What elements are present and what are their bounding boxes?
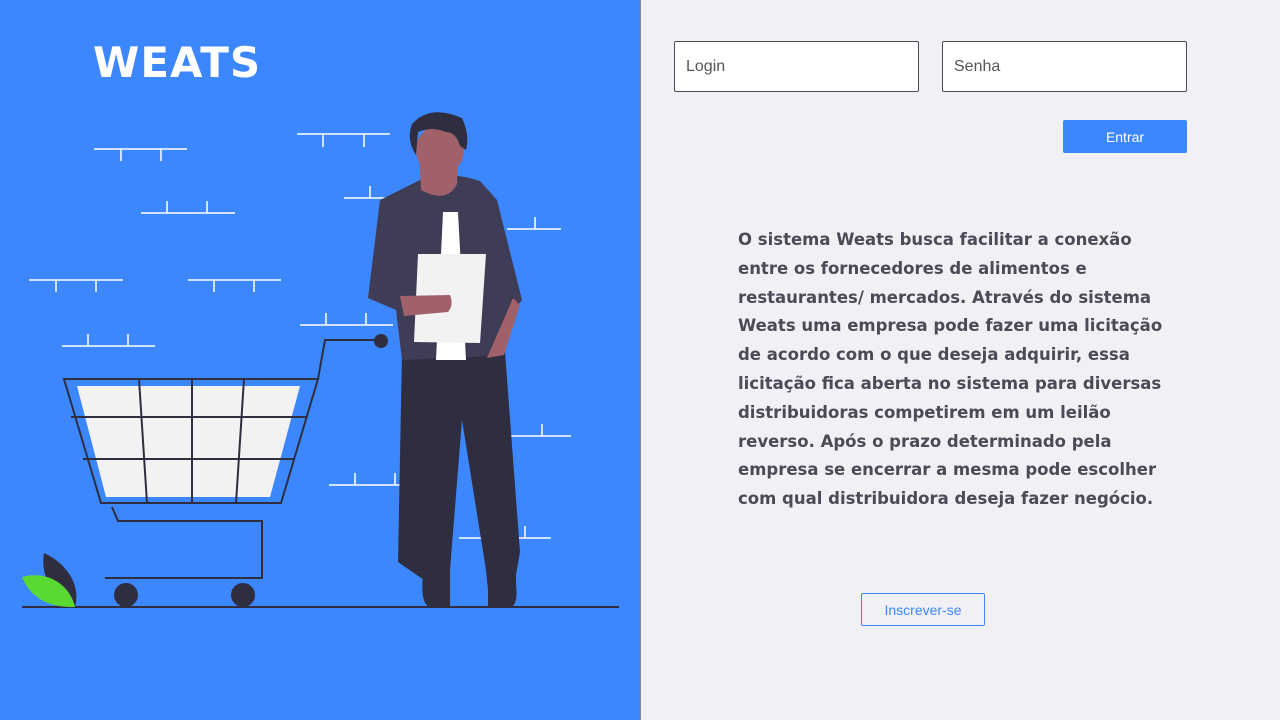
person-with-shopping-cart-illustration <box>22 112 619 608</box>
person-figure <box>368 112 522 607</box>
login-input[interactable] <box>674 41 919 92</box>
hero-panel: WEATS <box>0 0 640 720</box>
system-description: O sistema Weats busca facilitar a conexã… <box>738 230 1163 509</box>
signup-button[interactable]: Inscrever-se <box>861 593 985 626</box>
password-input[interactable] <box>942 41 1187 92</box>
login-button[interactable]: Entrar <box>1063 120 1187 153</box>
shopping-cart <box>62 334 388 607</box>
